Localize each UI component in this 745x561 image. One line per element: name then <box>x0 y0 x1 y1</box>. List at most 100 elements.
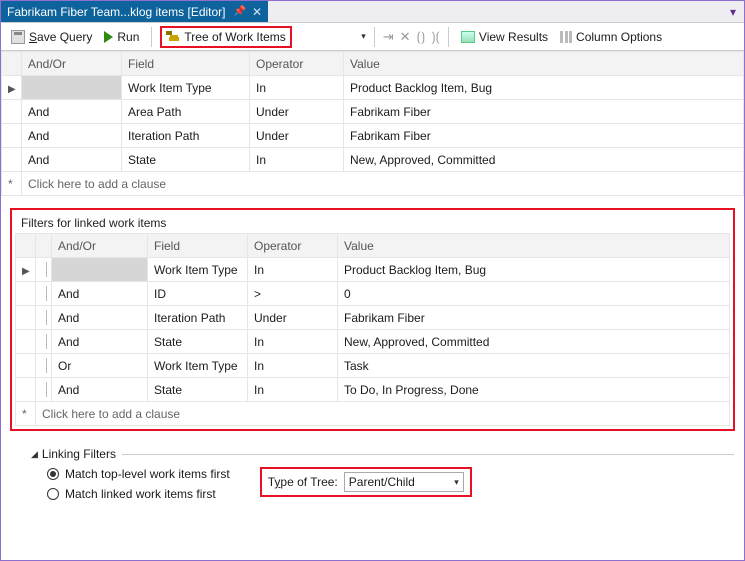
clause-row[interactable]: AndStateInNew, Approved, Committed <box>16 330 730 354</box>
cell-field[interactable]: Work Item Type <box>148 354 248 378</box>
add-clause-text[interactable]: Click here to add a clause <box>22 172 744 196</box>
clause-edit-icons: ⇥ ✕ ⟮⟯ ⟯⟮ <box>383 29 440 45</box>
group-gutter <box>36 258 52 282</box>
clause-row[interactable]: AndStateInTo Do, In Progress, Done <box>16 378 730 402</box>
cell-operator[interactable]: Under <box>248 306 338 330</box>
save-label: Save Query <box>29 30 92 44</box>
cell-field[interactable]: State <box>148 330 248 354</box>
cell-andor[interactable]: And <box>52 306 148 330</box>
query-type-caret-icon[interactable]: ▾ <box>361 31 366 42</box>
header-andor[interactable]: And/Or <box>22 52 122 76</box>
cell-field[interactable]: Work Item Type <box>148 258 248 282</box>
query-toolbar: Save Query Run Tree of Work Items ▾ ⇥ ✕ … <box>1 23 744 51</box>
row-marker: ▶ <box>2 76 22 100</box>
tab-overflow-icon[interactable]: ▾ <box>722 1 744 22</box>
group-clauses-icon[interactable]: ⟮⟯ <box>417 29 426 45</box>
close-icon[interactable]: ✕ <box>252 5 262 19</box>
clause-row[interactable]: AndIteration PathUnderFabrikam Fiber <box>16 306 730 330</box>
cell-andor[interactable] <box>52 258 148 282</box>
cell-operator[interactable]: Under <box>250 124 344 148</box>
cell-operator[interactable]: In <box>248 330 338 354</box>
run-label: Run <box>117 30 139 44</box>
cell-operator[interactable]: In <box>250 148 344 172</box>
cell-andor[interactable]: And <box>22 148 122 172</box>
cell-operator[interactable]: > <box>248 282 338 306</box>
cell-field[interactable]: Work Item Type <box>122 76 250 100</box>
cell-value[interactable]: 0 <box>338 282 730 306</box>
cell-operator[interactable]: In <box>250 76 344 100</box>
header-operator[interactable]: Operator <box>250 52 344 76</box>
clause-row[interactable]: AndStateInNew, Approved, Committed <box>2 148 744 172</box>
cell-operator[interactable]: In <box>248 258 338 282</box>
group-gutter <box>36 330 52 354</box>
group-rule <box>122 454 734 455</box>
header-operator[interactable]: Operator <box>248 234 338 258</box>
dropdown-caret-icon: ▾ <box>454 477 459 488</box>
clause-row[interactable]: AndArea PathUnderFabrikam Fiber <box>2 100 744 124</box>
cell-value[interactable]: To Do, In Progress, Done <box>338 378 730 402</box>
group-gutter <box>36 378 52 402</box>
clause-row[interactable]: AndID>0 <box>16 282 730 306</box>
cell-field[interactable]: State <box>122 148 250 172</box>
column-options-button[interactable]: Column Options <box>556 28 666 46</box>
cell-operator[interactable]: In <box>248 354 338 378</box>
ungroup-clauses-icon[interactable]: ⟯⟮ <box>431 29 440 45</box>
linked-clause-header-row: And/Or Field Operator Value <box>16 234 730 258</box>
cell-field[interactable]: State <box>148 378 248 402</box>
cell-andor[interactable]: And <box>52 282 148 306</box>
header-andor[interactable]: And/Or <box>52 234 148 258</box>
pin-icon[interactable]: 📌 <box>234 6 246 17</box>
cell-andor[interactable]: And <box>22 100 122 124</box>
cell-value[interactable]: Task <box>338 354 730 378</box>
cell-field[interactable]: Iteration Path <box>148 306 248 330</box>
clause-row[interactable]: ▶ Work Item TypeInProduct Backlog Item, B… <box>2 76 744 100</box>
query-type-dropdown[interactable]: Tree of Work Items <box>160 26 291 48</box>
cell-andor[interactable]: And <box>52 378 148 402</box>
linked-filters-section: Filters for linked work items And/Or Fie… <box>10 208 735 431</box>
add-clause-marker: * <box>2 172 22 196</box>
cell-operator[interactable]: In <box>248 378 338 402</box>
cell-value[interactable]: New, Approved, Committed <box>344 148 744 172</box>
cell-value[interactable]: Fabrikam Fiber <box>344 124 744 148</box>
view-results-button[interactable]: View Results <box>457 28 552 46</box>
add-clause-row[interactable]: * Click here to add a clause <box>16 402 730 426</box>
cell-value[interactable]: Fabrikam Fiber <box>344 100 744 124</box>
row-marker <box>16 354 36 378</box>
header-value[interactable]: Value <box>344 52 744 76</box>
insert-clause-icon[interactable]: ⇥ <box>383 29 394 45</box>
cell-field[interactable]: Area Path <box>122 100 250 124</box>
add-clause-text[interactable]: Click here to add a clause <box>36 402 730 426</box>
cell-field[interactable]: Iteration Path <box>122 124 250 148</box>
cell-field[interactable]: ID <box>148 282 248 306</box>
cell-value[interactable]: New, Approved, Committed <box>338 330 730 354</box>
tree-icon <box>166 31 180 43</box>
active-tab[interactable]: Fabrikam Fiber Team...klog items [Editor… <box>1 1 268 22</box>
clause-row[interactable]: OrWork Item TypeInTask <box>16 354 730 378</box>
cell-andor[interactable]: Or <box>52 354 148 378</box>
linking-filters-group: ◢ Linking Filters Match top-level work i… <box>31 447 734 501</box>
type-of-tree-dropdown[interactable]: Parent/Child ▾ <box>344 472 464 492</box>
header-field[interactable]: Field <box>122 52 250 76</box>
clause-row[interactable]: ▶Work Item TypeInProduct Backlog Item, B… <box>16 258 730 282</box>
clause-row[interactable]: AndIteration PathUnderFabrikam Fiber <box>2 124 744 148</box>
cell-andor[interactable]: And <box>22 124 122 148</box>
radio-label: Match linked work items first <box>65 487 216 501</box>
row-marker <box>2 148 22 172</box>
header-field[interactable]: Field <box>148 234 248 258</box>
radio-match-linked[interactable]: Match linked work items first <box>47 487 230 501</box>
header-value[interactable]: Value <box>338 234 730 258</box>
add-clause-row[interactable]: * Click here to add a clause <box>2 172 744 196</box>
run-button[interactable]: Run <box>100 28 143 46</box>
radio-match-top-level[interactable]: Match top-level work items first <box>47 467 230 481</box>
delete-clause-icon[interactable]: ✕ <box>400 29 411 45</box>
save-query-button[interactable]: Save Query <box>7 28 96 46</box>
cell-value[interactable]: Product Backlog Item, Bug <box>338 258 730 282</box>
cell-operator[interactable]: Under <box>250 100 344 124</box>
cell-andor[interactable] <box>22 76 122 100</box>
cell-value[interactable]: Fabrikam Fiber <box>338 306 730 330</box>
row-marker <box>2 100 22 124</box>
disclosure-triangle-icon[interactable]: ◢ <box>31 449 38 460</box>
cell-value[interactable]: Product Backlog Item, Bug <box>344 76 744 100</box>
linked-clause-table: And/Or Field Operator Value ▶Work Item T… <box>15 233 730 426</box>
cell-andor[interactable]: And <box>52 330 148 354</box>
